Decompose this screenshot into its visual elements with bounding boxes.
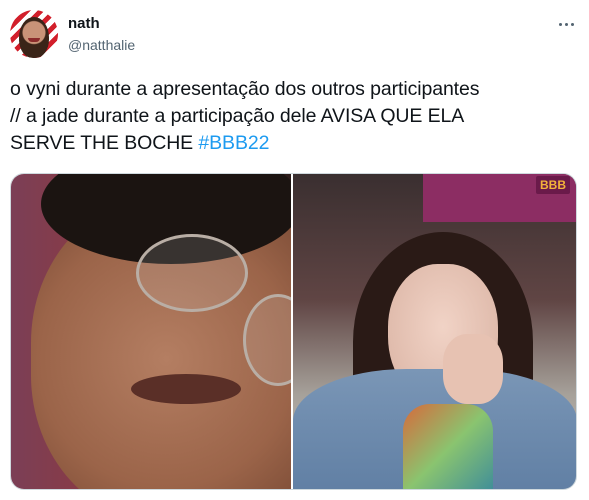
tweet-text-line-3: SERVE THE BOCHE #BBB22 (10, 130, 580, 157)
photo-right[interactable]: BBB (293, 174, 576, 489)
tweet-text-line-2: // a jade durante a participação dele AV… (10, 105, 465, 127)
avatar-face (19, 17, 49, 58)
tweet-text-line-3-plain: SERVE THE BOCHE (10, 132, 199, 154)
avatar[interactable] (10, 10, 58, 58)
tweet-card: nath @natthalie o vyni durante a apresen… (0, 0, 589, 500)
more-icon[interactable] (555, 14, 577, 34)
photo-left[interactable] (11, 174, 291, 489)
author-handle[interactable]: @natthalie (68, 36, 135, 54)
hashtag-link[interactable]: #BBB22 (198, 132, 269, 154)
tweet-text-line-1: o vyni durante a apresentação dos outros… (10, 78, 480, 100)
author-name[interactable]: nath (68, 15, 100, 33)
bbb-logo: BBB (536, 176, 570, 194)
tweet-text: o vyni durante a apresentação dos outros… (10, 76, 580, 157)
media-grid: BBB (10, 173, 577, 490)
glasses-lens (136, 234, 248, 312)
